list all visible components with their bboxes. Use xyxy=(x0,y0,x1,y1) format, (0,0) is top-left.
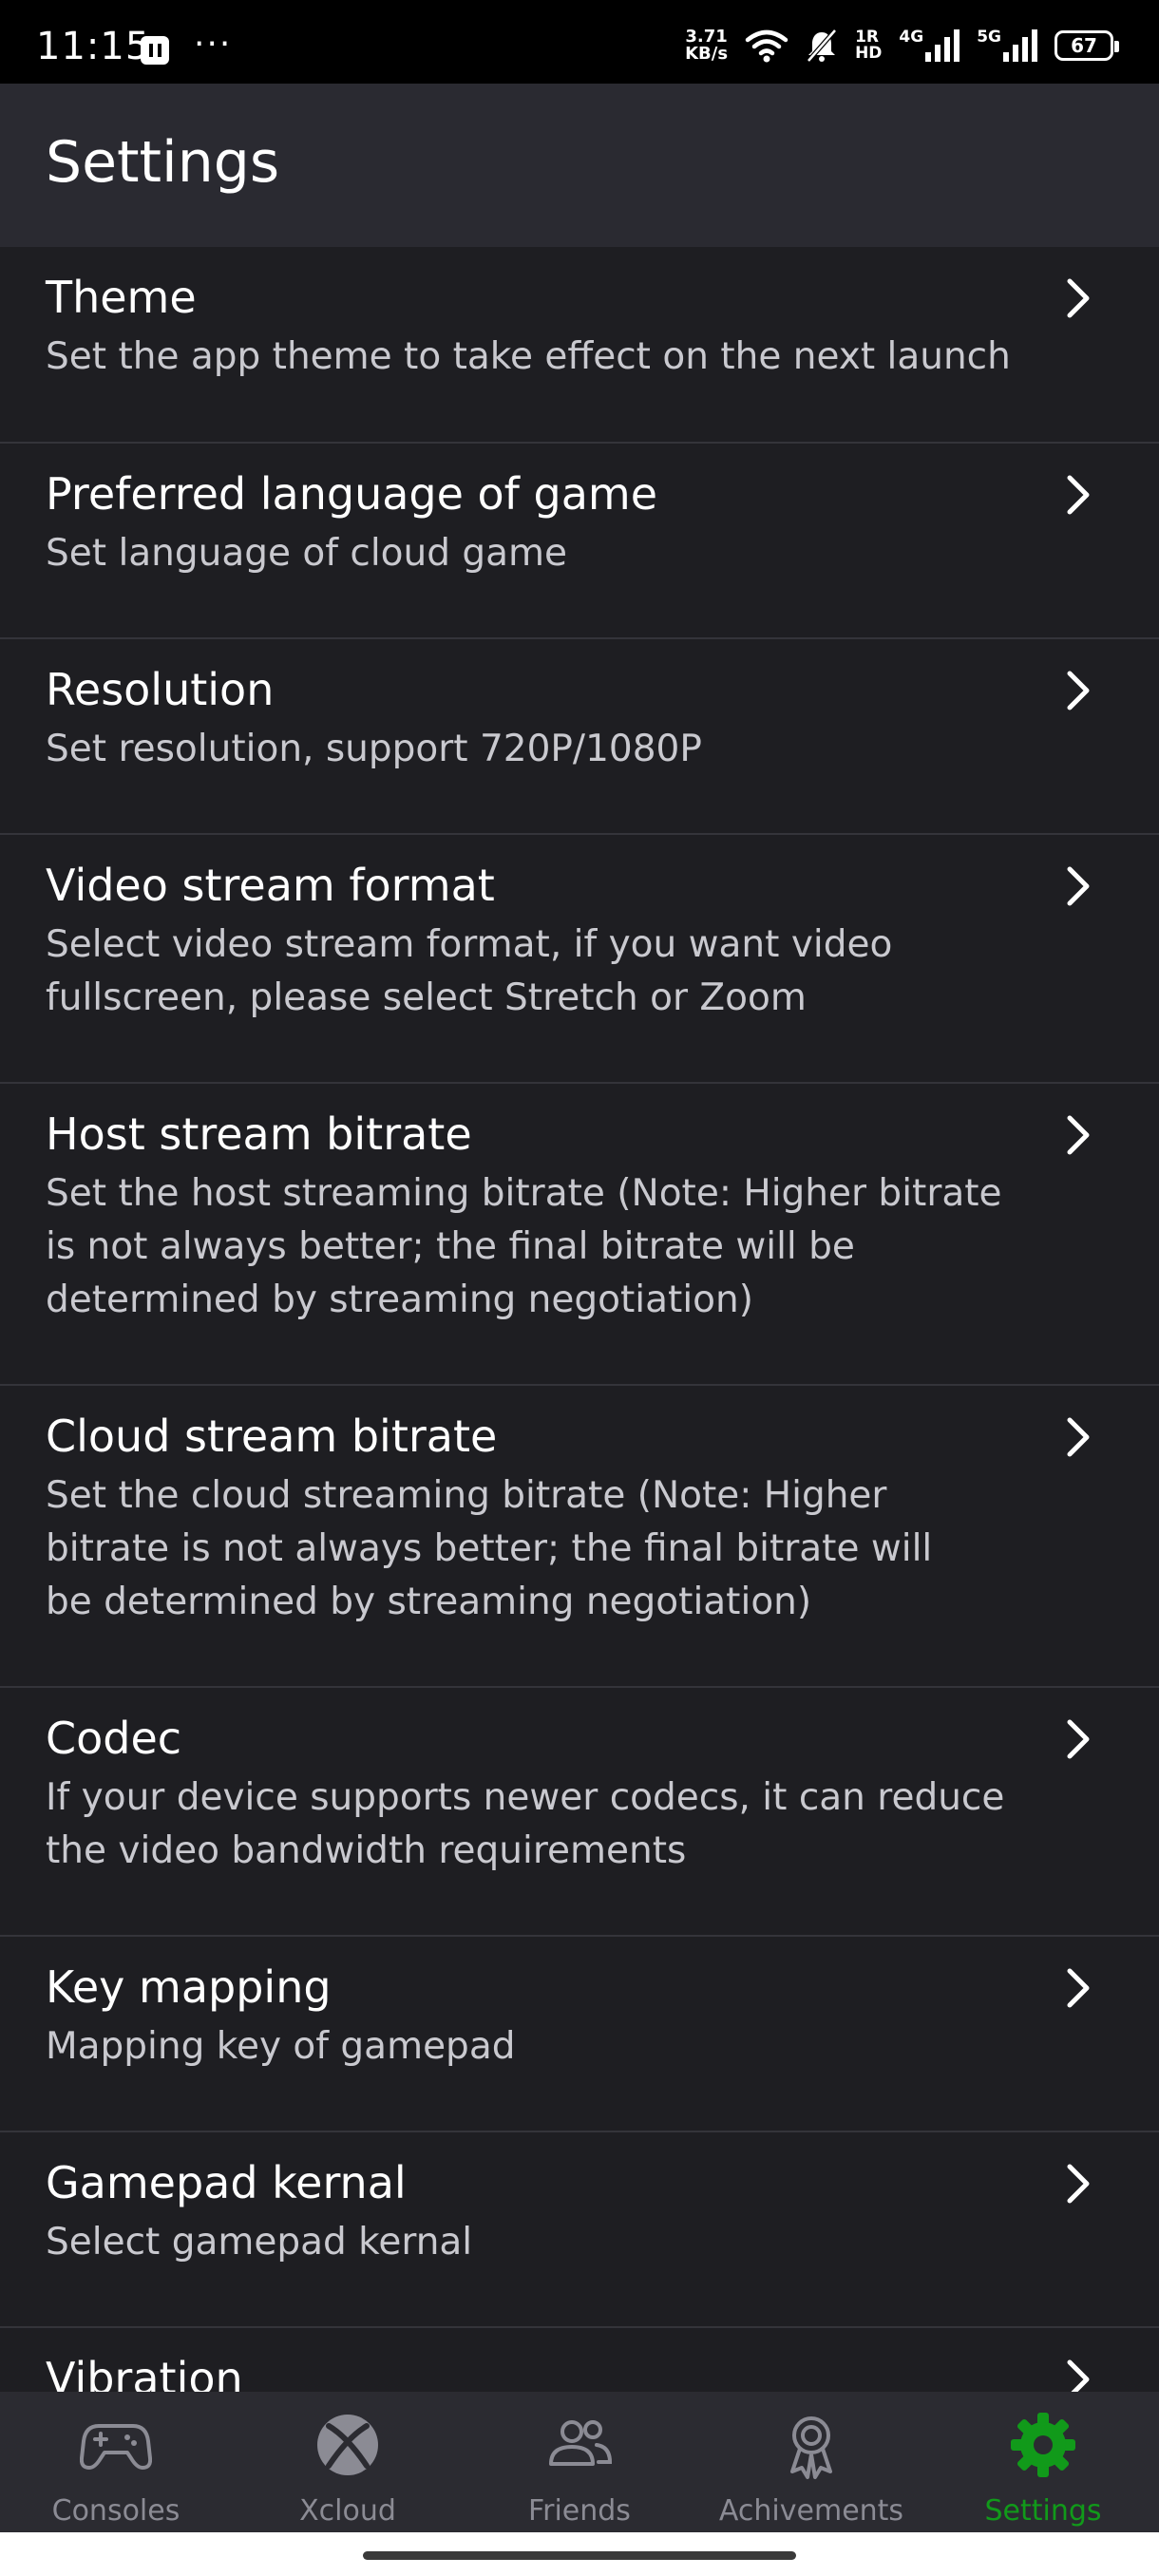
network-type-5g: 5G xyxy=(977,28,1001,47)
signal-5g: 5G xyxy=(977,29,1037,62)
setting-item-host-stream-bitrate[interactable]: Host stream bitrate Set the host streami… xyxy=(0,1084,1159,1386)
nav-label: Settings xyxy=(984,2494,1102,2528)
gamepad-icon xyxy=(80,2424,152,2470)
chevron-right-icon xyxy=(1067,2359,1090,2392)
setting-title: Cloud stream bitrate xyxy=(46,1411,498,1462)
setting-description: Mapping key of gamepad xyxy=(46,2025,516,2068)
setting-item-video-stream-format[interactable]: Video stream format Select video stream … xyxy=(0,835,1159,1084)
signal-4g: 4G xyxy=(899,29,960,62)
bottom-navigation: Consoles Xcloud Friends Achivements Sett… xyxy=(0,2392,1159,2532)
status-indicators: 3.71 KB/s 1R HD 4G 5G 67 xyxy=(685,28,1119,63)
setting-item-cloud-stream-bitrate[interactable]: Cloud stream bitrate Set the cloud strea… xyxy=(0,1386,1159,1688)
chevron-right-icon xyxy=(1067,1968,1090,2008)
setting-item-codec[interactable]: Codec If your device supports newer code… xyxy=(0,1688,1159,1937)
network-speed-unit: KB/s xyxy=(685,44,729,64)
setting-description: Set resolution, support 720P/1080P xyxy=(46,728,702,770)
chevron-right-icon xyxy=(1067,1719,1090,1759)
nav-label: Xcloud xyxy=(299,2494,396,2528)
network-type-4g: 4G xyxy=(899,28,924,47)
setting-description: Set the cloud streaming bitrate (Note: H… xyxy=(46,1474,933,1623)
wifi-icon xyxy=(745,29,788,63)
chevron-right-icon xyxy=(1067,278,1090,318)
settings-list[interactable]: Theme Set the app theme to take effect o… xyxy=(0,247,1159,2392)
nav-label: Consoles xyxy=(51,2494,180,2528)
setting-title: Gamepad kernal xyxy=(46,2157,407,2208)
home-indicator[interactable] xyxy=(363,2551,796,2560)
battery-level: 67 xyxy=(1071,34,1097,57)
setting-description: Select gamepad kernal xyxy=(46,2221,473,2263)
chevron-right-icon xyxy=(1067,1115,1090,1155)
setting-item-key-mapping[interactable]: Key mapping Mapping key of gamepad xyxy=(0,1937,1159,2132)
setting-title: Resolution xyxy=(46,664,275,715)
nav-item-xcloud[interactable]: Xcloud xyxy=(232,2392,464,2532)
achievement-ribbon-icon xyxy=(790,2416,832,2479)
setting-title: Vibration xyxy=(46,2353,243,2392)
setting-description: Set the app theme to take effect on the … xyxy=(46,335,1011,378)
nav-label: Friends xyxy=(528,2494,631,2528)
nav-item-achievements[interactable]: Achivements xyxy=(695,2392,927,2532)
network-speed: 3.71 KB/s xyxy=(685,28,728,63)
setting-item-gamepad-kernal[interactable]: Gamepad kernal Select gamepad kernal xyxy=(0,2132,1159,2328)
page-title: Settings xyxy=(46,129,280,196)
setting-title: Host stream bitrate xyxy=(46,1108,472,1160)
setting-item-resolution[interactable]: Resolution Set resolution, support 720P/… xyxy=(0,639,1159,835)
setting-title: Key mapping xyxy=(46,1961,332,2013)
status-bar: 11:15 ··· 3.71 KB/s 1R HD 4G 5G 67 xyxy=(0,0,1159,84)
nav-item-settings[interactable]: Settings xyxy=(927,2392,1159,2532)
more-notifications-icon: ··· xyxy=(194,25,233,64)
nav-label: Achivements xyxy=(718,2494,904,2528)
signal-bars-icon xyxy=(925,29,960,62)
setting-title: Video stream format xyxy=(46,860,495,911)
setting-item-theme[interactable]: Theme Set the app theme to take effect o… xyxy=(0,247,1159,444)
setting-description: Set language of cloud game xyxy=(46,532,568,575)
setting-title: Theme xyxy=(46,272,197,323)
hd-bottom-label: HD xyxy=(855,44,883,63)
chevron-right-icon xyxy=(1067,475,1090,515)
setting-description: If your device supports newer codecs, it… xyxy=(46,1776,1005,1872)
xbox-icon xyxy=(317,2415,378,2475)
chevron-right-icon xyxy=(1067,866,1090,906)
battery-icon: 67 xyxy=(1054,30,1119,61)
chevron-right-icon xyxy=(1067,671,1090,710)
nav-item-consoles[interactable]: Consoles xyxy=(0,2392,232,2532)
setting-description: Set the host streaming bitrate (Note: Hi… xyxy=(46,1172,1002,1321)
setting-item-preferred-language[interactable]: Preferred language of game Set language … xyxy=(0,444,1159,639)
nav-item-friends[interactable]: Friends xyxy=(464,2392,695,2532)
gear-icon xyxy=(1011,2413,1075,2477)
setting-item-vibration[interactable]: Vibration xyxy=(0,2328,1159,2392)
chevron-right-icon xyxy=(1067,1417,1090,1457)
signal-bars-icon xyxy=(1003,29,1037,62)
chevron-right-icon xyxy=(1067,2164,1090,2204)
hd-indicator: 1R HD xyxy=(855,29,882,62)
setting-title: Preferred language of game xyxy=(46,468,657,520)
friends-icon xyxy=(549,2420,613,2466)
status-time: 11:15 xyxy=(36,25,151,68)
setting-title: Codec xyxy=(46,1713,182,1764)
app-header: Settings xyxy=(0,84,1159,247)
mute-bell-icon xyxy=(807,28,837,63)
pause-notification-icon xyxy=(141,36,169,65)
setting-description: Select video stream format, if you want … xyxy=(46,923,893,1019)
